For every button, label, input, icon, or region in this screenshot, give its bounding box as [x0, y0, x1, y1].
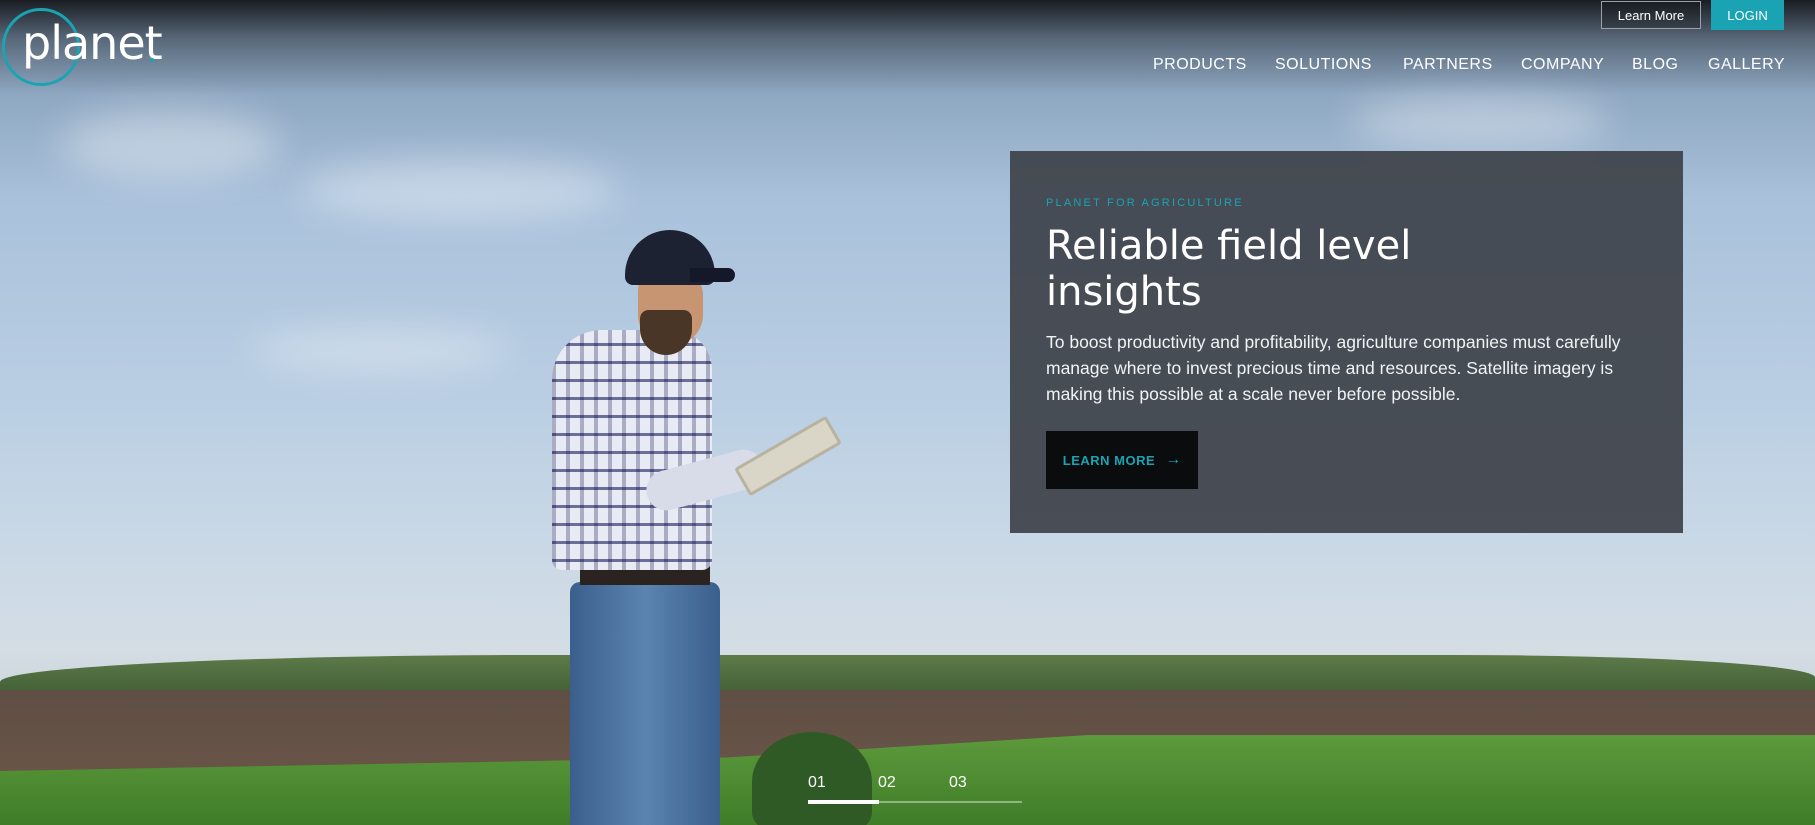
nav-partners[interactable]: PARTNERS	[1403, 56, 1493, 74]
cloud	[300, 160, 620, 220]
hero-headline: Reliable field level insights	[1046, 223, 1412, 315]
nav-company[interactable]: COMPANY	[1521, 56, 1604, 74]
slide-indicator: 01 02 03	[808, 774, 1022, 804]
nav-products[interactable]: PRODUCTS	[1153, 56, 1247, 74]
cap-brim	[690, 268, 735, 282]
nav-solutions[interactable]: SOLUTIONS	[1275, 56, 1372, 74]
login-button[interactable]: LOGIN	[1711, 0, 1784, 30]
slide-tab-03[interactable]: 03	[949, 774, 967, 792]
main-nav: PRODUCTS SOLUTIONS PARTNERS COMPANY BLOG…	[0, 56, 1815, 80]
slide-progress-bar	[808, 800, 879, 804]
jeans	[570, 582, 720, 825]
hero-card: PLANET FOR AGRICULTURE Reliable field le…	[1010, 151, 1683, 533]
learn-more-button[interactable]: LEARN MORE →	[1046, 431, 1198, 489]
hero-body-text: To boost productivity and profitability,…	[1046, 332, 1621, 404]
nav-gallery[interactable]: GALLERY	[1708, 56, 1785, 74]
learn-more-top-button[interactable]: Learn More	[1601, 1, 1701, 29]
eyebrow-label: PLANET FOR AGRICULTURE	[1046, 197, 1244, 209]
cloud	[1350, 95, 1610, 150]
arrow-right-icon: →	[1165, 451, 1182, 468]
slide-tab-01[interactable]: 01	[808, 774, 826, 792]
nav-blog[interactable]: BLOG	[1632, 56, 1678, 74]
cloud	[250, 330, 510, 370]
hero-section: planet Learn More LOGIN PRODUCTS SOLUTIO…	[0, 0, 1815, 825]
cloud	[60, 110, 280, 180]
slide-tab-02[interactable]: 02	[878, 774, 896, 792]
learn-more-button-label: LEARN MORE	[1062, 452, 1156, 468]
farmer-with-tablet-image	[540, 230, 860, 825]
plaid-shirt	[552, 330, 712, 570]
